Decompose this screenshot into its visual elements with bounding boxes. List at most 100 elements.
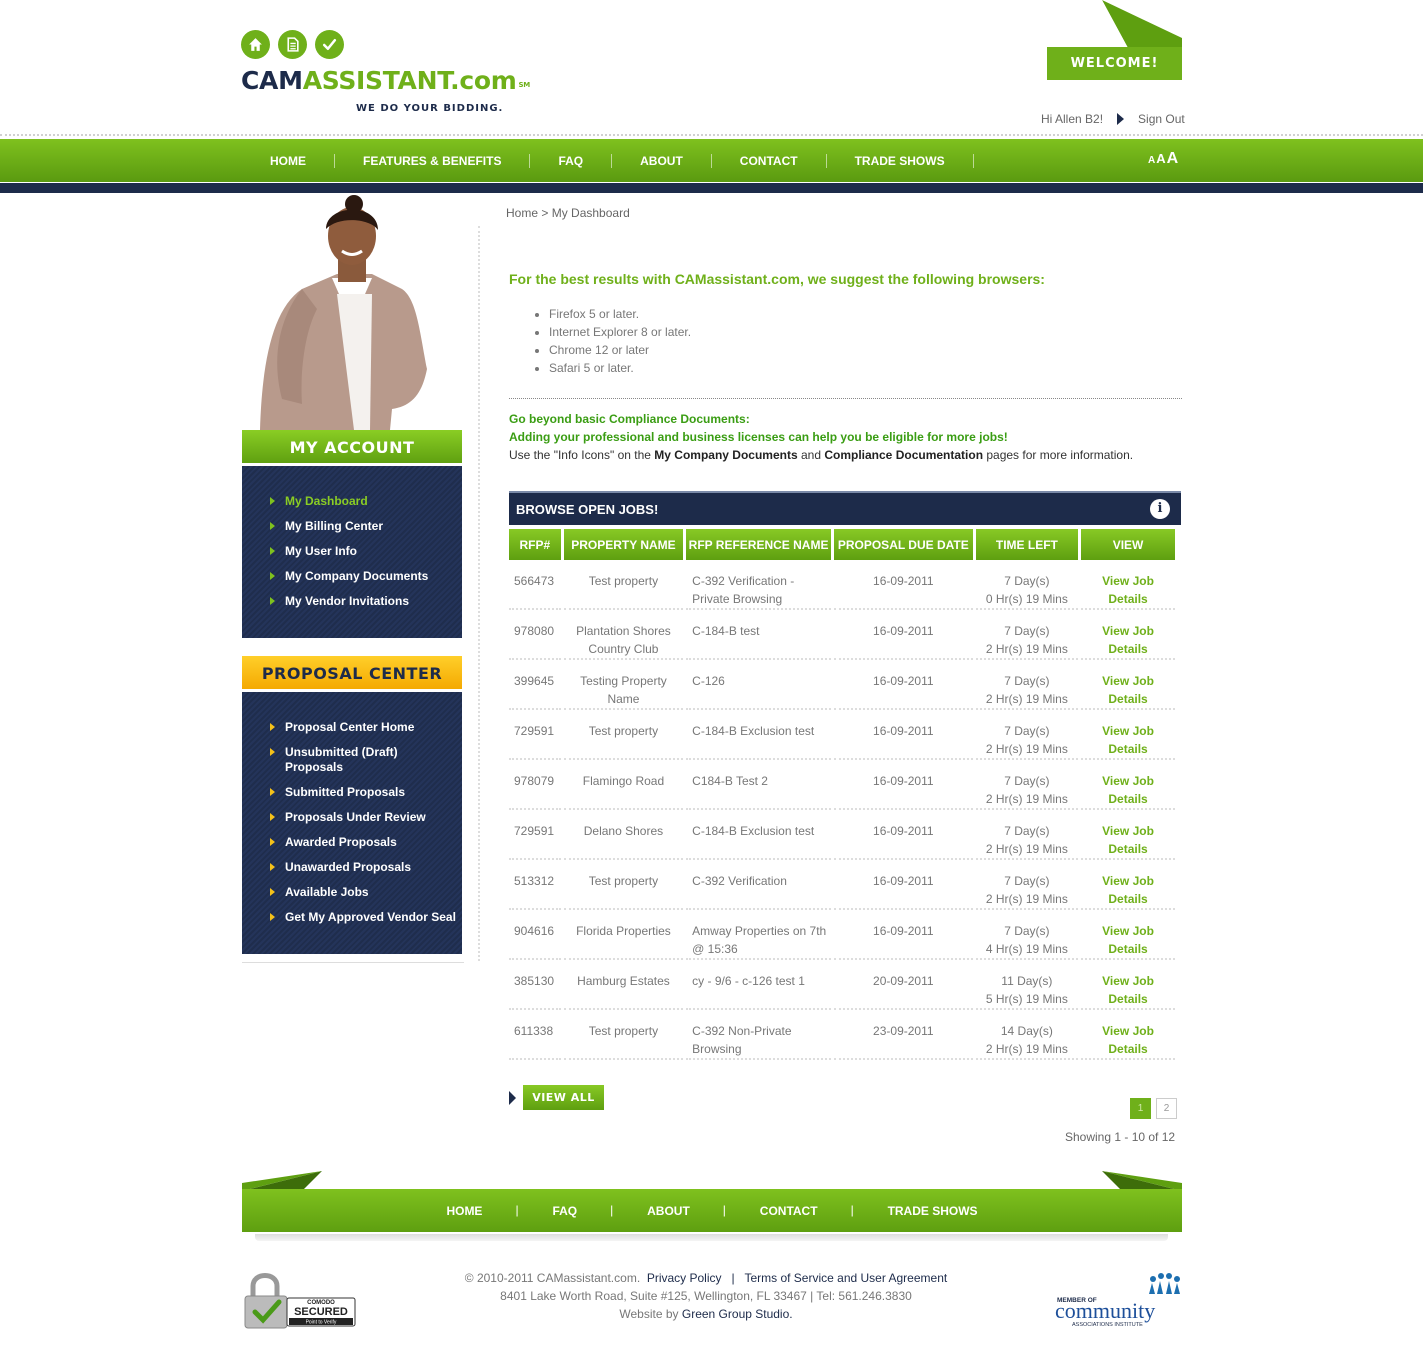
- studio-link[interactable]: Green Group Studio.: [682, 1307, 793, 1321]
- table-row: 385130 Hamburg Estates cy - 9/6 - c-126 te…: [509, 960, 1175, 1010]
- rfp-cell: 729591: [509, 810, 561, 860]
- footer-nav-faq[interactable]: FAQ: [515, 1203, 612, 1218]
- column-header-due-date[interactable]: PROPOSAL DUE DATE: [833, 529, 973, 560]
- property-cell: Test property: [563, 1010, 684, 1060]
- view-job-details-link[interactable]: View Job Details: [1081, 710, 1175, 760]
- rfp-cell: 513312: [509, 860, 561, 910]
- cai-sub-text: ASSOCIATIONS INSTITUTE: [1072, 1322, 1143, 1328]
- nav-contact[interactable]: CONTACT: [712, 153, 827, 168]
- sidebar-item-user-info[interactable]: My User Info: [242, 544, 462, 559]
- view-job-details-link[interactable]: View Job Details: [1081, 610, 1175, 660]
- header-divider: [0, 134, 1423, 136]
- sidebar-item-proposal-home[interactable]: Proposal Center Home: [242, 720, 462, 735]
- rfp-cell: 385130: [509, 960, 561, 1010]
- nav-home[interactable]: HOME: [242, 153, 335, 168]
- page-1-button[interactable]: 1: [1130, 1098, 1151, 1119]
- nav-trade-shows[interactable]: TRADE SHOWS: [827, 153, 974, 168]
- check-icon[interactable]: [315, 30, 344, 59]
- comodo-secured-seal[interactable]: COMODO SECURED Point to Verify: [243, 1268, 358, 1330]
- promo-text-part: pages for more information.: [983, 448, 1134, 462]
- view-job-details-link[interactable]: View Job Details: [1081, 660, 1175, 710]
- footer-info: © 2010-2011 CAMassistant.com. Privacy Po…: [400, 1269, 1012, 1323]
- due-date-cell: 23-09-2011: [833, 1010, 973, 1060]
- time-left-hours: 2 Hr(s) 19 Mins: [985, 1042, 1068, 1056]
- time-left-days: 7 Day(s): [1004, 574, 1050, 588]
- sidebar-item-vendor-invitations[interactable]: My Vendor Invitations: [242, 594, 462, 609]
- breadcrumb-home[interactable]: Home >: [506, 206, 548, 220]
- rfp-cell: 978079: [509, 760, 561, 810]
- property-cell: Delano Shores: [563, 810, 684, 860]
- view-job-details-link[interactable]: View Job Details: [1081, 1010, 1175, 1060]
- sign-out-link[interactable]: Sign Out: [1138, 112, 1185, 126]
- list-item: Internet Explorer 8 or later.: [549, 323, 691, 341]
- time-left-cell: 7 Day(s) 2 Hr(s) 19 Mins: [975, 860, 1079, 910]
- footer-nav-home[interactable]: HOME: [411, 1204, 517, 1218]
- sidebar-item-under-review[interactable]: Proposals Under Review: [242, 810, 462, 825]
- sidebar-item-unsubmitted[interactable]: Unsubmitted (Draft) Proposals: [242, 745, 462, 775]
- sidebar-item-company-documents[interactable]: My Company Documents: [242, 569, 462, 584]
- view-job-details-link[interactable]: View Job Details: [1081, 860, 1175, 910]
- column-header-property[interactable]: PROPERTY NAME: [563, 529, 684, 560]
- footer-wing-left: [242, 1171, 322, 1191]
- view-job-details-link[interactable]: View Job Details: [1081, 760, 1175, 810]
- due-date-cell: 16-09-2011: [833, 560, 973, 610]
- view-job-details-link[interactable]: View Job Details: [1081, 910, 1175, 960]
- cai-name-text: community: [1055, 1298, 1155, 1323]
- nav-faq[interactable]: FAQ: [530, 153, 613, 168]
- page-2-button[interactable]: 2: [1156, 1098, 1177, 1119]
- sidebar-item-awarded[interactable]: Awarded Proposals: [242, 835, 462, 850]
- property-cell: Test property: [563, 710, 684, 760]
- privacy-policy-link[interactable]: Privacy Policy: [647, 1271, 722, 1285]
- home-icon[interactable]: [241, 30, 270, 59]
- font-size-large[interactable]: A: [1167, 150, 1179, 167]
- sidebar-item-billing-center[interactable]: My Billing Center: [242, 519, 462, 534]
- property-cell: Hamburg Estates: [563, 960, 684, 1010]
- time-left-hours: 2 Hr(s) 19 Mins: [985, 842, 1068, 856]
- footer-wing-right: [1102, 1171, 1182, 1191]
- sidebar-item-available-jobs[interactable]: Available Jobs: [242, 885, 462, 900]
- sidebar-item-vendor-seal[interactable]: Get My Approved Vendor Seal: [242, 910, 462, 925]
- column-header-rfp[interactable]: RFP#: [509, 529, 561, 560]
- footer-separator: |: [731, 1271, 735, 1285]
- breadcrumb-current: My Dashboard: [551, 206, 630, 220]
- footer-nav-contact[interactable]: CONTACT: [723, 1203, 853, 1218]
- document-icon[interactable]: [278, 30, 307, 59]
- footer-nav: HOME FAQ ABOUT CONTACT TRADE SHOWS: [242, 1189, 1182, 1232]
- reference-cell: C-184-B Exclusion test: [686, 810, 831, 860]
- column-header-reference[interactable]: RFP REFERENCE NAME: [686, 529, 831, 560]
- nav-about[interactable]: ABOUT: [612, 153, 712, 168]
- view-job-details-link[interactable]: View Job Details: [1081, 810, 1175, 860]
- time-left-hours: 2 Hr(s) 19 Mins: [985, 692, 1068, 706]
- view-job-details-link[interactable]: View Job Details: [1081, 960, 1175, 1010]
- property-cell: Plantation Shores Country Club: [563, 610, 684, 660]
- footer-nav-about[interactable]: ABOUT: [610, 1203, 725, 1218]
- sidebar-item-unawarded[interactable]: Unawarded Proposals: [242, 860, 462, 875]
- footer-line-1: © 2010-2011 CAMassistant.com. Privacy Po…: [400, 1269, 1012, 1287]
- promo-subheading: Adding your professional and business li…: [509, 430, 1008, 444]
- nav-features[interactable]: FEATURES & BENEFITS: [335, 153, 531, 168]
- time-left-cell: 7 Day(s) 4 Hr(s) 19 Mins: [975, 910, 1079, 960]
- time-left-cell: 7 Day(s) 2 Hr(s) 19 Mins: [975, 660, 1079, 710]
- user-bar: Hi Allen B2! Sign Out: [1041, 112, 1185, 126]
- reference-cell: Amway Properties on 7th @ 15:36: [686, 910, 831, 960]
- info-icon[interactable]: i: [1150, 499, 1170, 519]
- font-size-medium[interactable]: A: [1156, 151, 1165, 166]
- font-size-small[interactable]: A: [1148, 155, 1155, 166]
- sidebar-item-submitted[interactable]: Submitted Proposals: [242, 785, 462, 800]
- property-cell: Florida Properties: [563, 910, 684, 960]
- footer-nav-trade-shows[interactable]: TRADE SHOWS: [851, 1203, 1013, 1218]
- table-row: 729591 Delano Shores C-184-B Exclusion tes…: [509, 810, 1175, 860]
- site-logo[interactable]: CAMASSISTANT.com SM: [241, 66, 530, 96]
- list-item: Chrome 12 or later: [549, 341, 691, 359]
- compliance-promo: Go beyond basic Compliance Documents: Ad…: [509, 410, 1133, 464]
- view-all-button[interactable]: VIEW ALL: [523, 1085, 604, 1110]
- proposal-center-heading: PROPOSAL CENTER: [242, 656, 462, 690]
- table-row: 978079 Flamingo Road C184-B Test 2 16-09-20…: [509, 760, 1175, 810]
- column-header-time-left[interactable]: TIME LEFT: [975, 529, 1079, 560]
- cai-member-logo[interactable]: MEMBER OF community ASSOCIATIONS INSTITU…: [1055, 1272, 1183, 1330]
- table-row: 399645 Testing Property Name C-126 16-09-20…: [509, 660, 1175, 710]
- terms-link[interactable]: Terms of Service and User Agreement: [744, 1271, 947, 1285]
- sidebar-item-my-dashboard[interactable]: My Dashboard: [242, 494, 462, 509]
- view-job-details-link[interactable]: View Job Details: [1081, 560, 1175, 610]
- time-left-hours: 5 Hr(s) 19 Mins: [985, 992, 1068, 1006]
